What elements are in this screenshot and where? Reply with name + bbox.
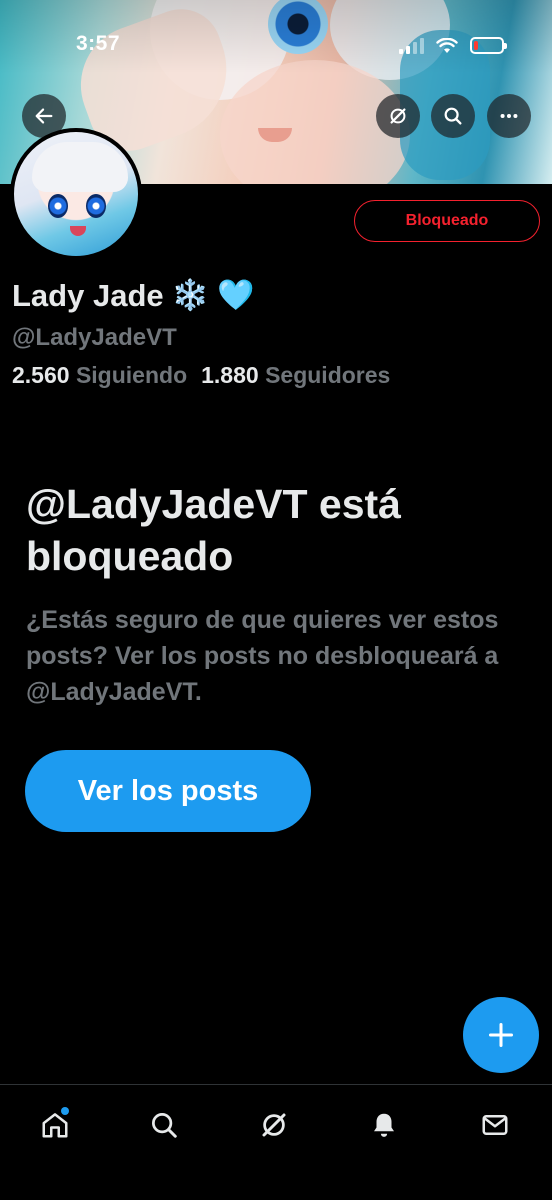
more-horizontal-icon [500,113,518,119]
search-button[interactable] [431,94,475,138]
following-link[interactable]: 2.560 Siguiendo [12,362,187,389]
status-time: 3:57 [76,32,121,55]
grok-button[interactable] [376,94,420,138]
follow-stats: 2.560 Siguiendo 1.880 Seguidores [12,362,390,389]
bottom-navigation [0,1084,552,1200]
home-notification-dot [61,1107,69,1115]
avatar[interactable] [10,128,142,260]
followers-link[interactable]: 1.880 Seguidores [201,362,390,389]
envelope-icon [482,1115,508,1135]
more-options-button[interactable] [487,94,531,138]
status-icons [399,37,507,54]
snowflake-emoji: ❄️ [171,278,209,313]
compose-post-button[interactable] [463,997,539,1073]
search-icon [152,1113,177,1138]
nav-search[interactable] [144,1105,184,1145]
following-count: 2.560 [12,362,70,388]
battery-icon [470,37,507,54]
nav-grok[interactable] [254,1105,294,1145]
view-posts-button[interactable]: Ver los posts [25,750,311,832]
arrow-left-icon [35,108,53,124]
blocked-button[interactable]: Bloqueado [354,200,540,242]
light-blue-heart-emoji: 🩵 [216,278,255,313]
display-name-row: Lady Jade ❄️ 🩵 [12,278,254,314]
plus-icon [488,1022,514,1048]
nav-home[interactable] [35,1105,75,1145]
avatar-decor [70,226,86,236]
status-bar: 3:57 [0,28,552,64]
grok-icon [262,1113,286,1137]
blocked-notice-title: @LadyJadeVT está bloqueado [26,481,401,579]
bell-icon [374,1113,394,1137]
wifi-icon [436,37,458,53]
nav-messages[interactable] [475,1105,515,1145]
avatar-decor [32,142,128,192]
cellular-signal-icon [399,37,424,54]
grok-icon [390,108,406,124]
search-icon [444,107,462,125]
avatar-decor [86,194,106,218]
display-name: Lady Jade [12,278,164,313]
profile-handle: @LadyJadeVT [12,324,177,351]
following-label: Siguiendo [75,362,188,388]
followers-label: Seguidores [265,362,391,388]
followers-count: 1.880 [201,362,259,388]
avatar-decor [48,194,68,218]
battery-level-fill [474,41,478,50]
blocked-notice-description: ¿Estás seguro de que quieres ver estos p… [26,606,499,706]
nav-notifications[interactable] [364,1105,404,1145]
profile-screen: 3:57 Bloqueado Lady Jade ❄️ 🩵 @LadyJadeV… [0,0,552,1200]
